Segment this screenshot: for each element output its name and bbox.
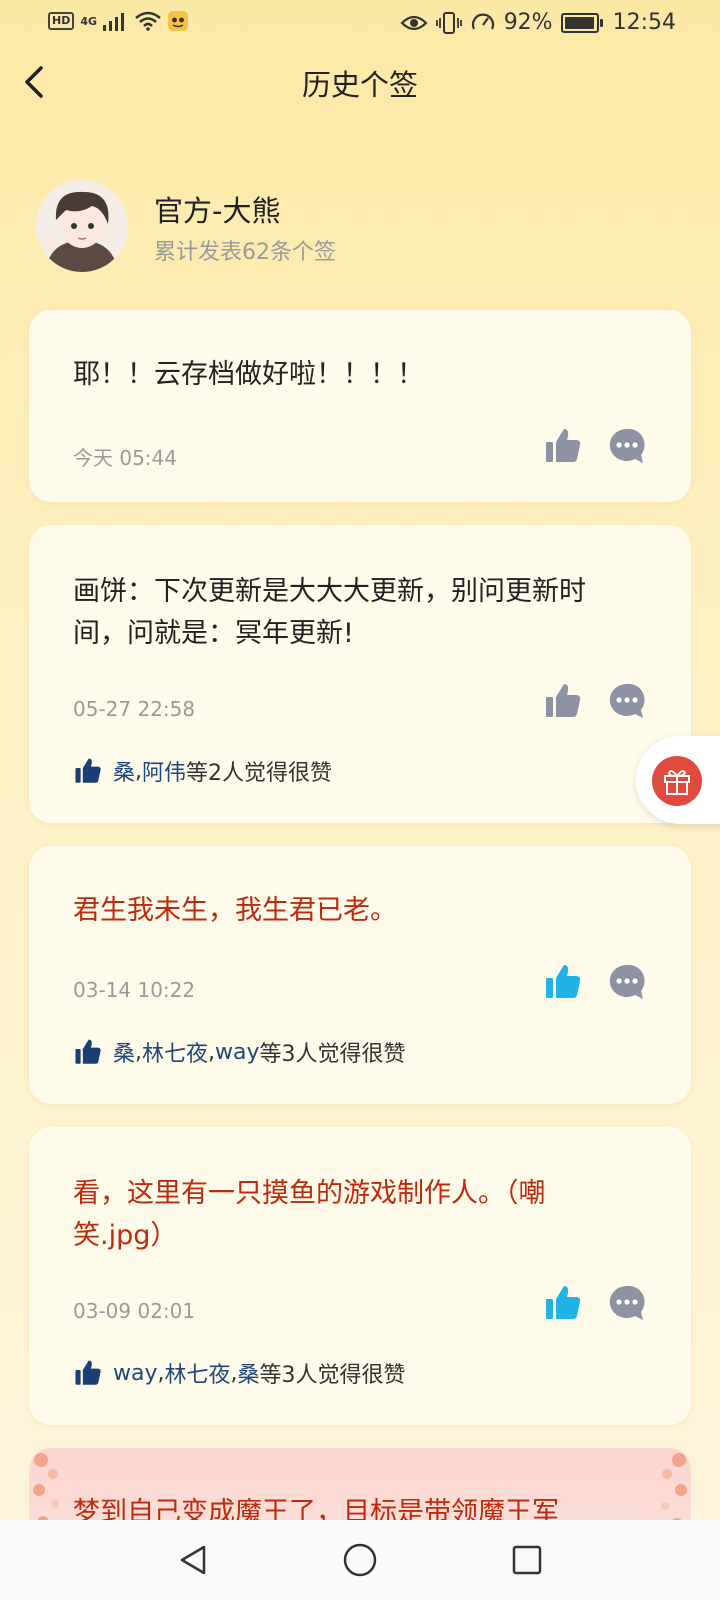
comment-button[interactable] <box>607 426 647 466</box>
signal-icon <box>103 13 125 31</box>
liker-name[interactable]: way <box>215 1040 260 1065</box>
post-time: 05-27 22:58 <box>73 697 196 721</box>
post-card: 耶！！云存档做好啦！！！！ 今天 05:44 <box>29 310 691 502</box>
post-text: 耶！！云存档做好啦！！！！ <box>73 359 424 390</box>
post-card: 君生我未生，我生君已老。 03-14 10:22 桑, 林七夜, way 等3人… <box>29 846 691 1104</box>
thumbs-up-liked-icon <box>546 1286 581 1319</box>
liker-name[interactable]: 桑 <box>113 1036 135 1068</box>
battery-icon <box>560 12 603 33</box>
comment-bubble-icon <box>609 683 645 718</box>
avatar[interactable] <box>36 180 128 272</box>
liker-name[interactable]: 桑 <box>113 755 135 787</box>
post-time: 今天 05:44 <box>73 446 177 470</box>
liker-name[interactable]: 林七夜 <box>165 1357 231 1389</box>
gift-button[interactable] <box>652 756 702 806</box>
liker-name[interactable]: 桑 <box>238 1357 260 1389</box>
likes-summary: 等2人觉得很赞 <box>186 761 333 786</box>
wifi-icon <box>135 11 161 31</box>
nav-recents-button[interactable] <box>503 1536 551 1584</box>
post-text: 画饼：下次更新是大大大更新，别问更新时间，问就是：冥年更新! <box>73 576 586 649</box>
nav-home-icon <box>343 1543 377 1577</box>
gift-floating-panel <box>636 736 720 824</box>
power-saving-icon <box>471 13 494 29</box>
nav-home-button[interactable] <box>336 1536 384 1584</box>
comment-button[interactable] <box>607 962 647 1002</box>
liker-name[interactable]: 阿伟 <box>142 755 186 787</box>
likes-summary: 等3人觉得很赞 <box>259 1363 406 1388</box>
network-type: 4G <box>80 14 98 28</box>
status-left: HD 4G <box>48 10 189 32</box>
like-button[interactable] <box>543 1283 583 1323</box>
page-title: 历史个签 <box>301 68 418 102</box>
clock: 12:54 <box>612 10 676 35</box>
gift-icon <box>664 770 690 795</box>
likers-row[interactable]: 桑, 阿伟 等2人觉得很赞 <box>73 755 332 787</box>
comment-bubble-icon <box>609 428 645 463</box>
status-right: 92% 12:54 <box>400 10 676 35</box>
thumbs-up-small-icon <box>75 1360 101 1385</box>
like-button[interactable] <box>543 681 583 721</box>
post-card: 看，这里有一只摸鱼的游戏制作人。（嘲笑.jpg） 03-09 02:01 way… <box>29 1127 691 1425</box>
status-bar: HD 4G 92% 12:54 <box>0 0 720 48</box>
profile-header: 官方-大熊 累计发表62条个签 <box>36 180 676 272</box>
thumbs-up-icon <box>546 684 581 717</box>
vibrate-icon <box>435 11 462 34</box>
eye-icon <box>400 15 428 30</box>
nav-back-icon <box>181 1545 206 1575</box>
nav-back-button[interactable] <box>169 1536 217 1584</box>
post-time: 03-14 10:22 <box>73 978 196 1002</box>
likers-row[interactable]: way, 林七夜, 桑 等3人觉得很赞 <box>73 1357 406 1389</box>
comment-button[interactable] <box>607 1283 647 1323</box>
thumbs-up-icon <box>546 429 581 462</box>
post-count: 累计发表62条个签 <box>154 240 336 265</box>
system-nav-bar <box>0 1520 720 1600</box>
liker-name[interactable]: way <box>113 1361 158 1386</box>
post-time: 03-09 02:01 <box>73 1299 196 1323</box>
likes-summary: 等3人觉得很赞 <box>259 1042 406 1067</box>
header: 历史个签 <box>0 52 720 112</box>
nav-recents-icon <box>512 1545 541 1575</box>
thumbs-up-liked-icon <box>546 965 581 998</box>
profile-name: 官方-大熊 <box>154 194 281 228</box>
app-notification-icon <box>168 11 189 31</box>
post-card: 画饼：下次更新是大大大更新，别问更新时间，问就是：冥年更新! 05-27 22:… <box>29 525 691 823</box>
comment-bubble-icon <box>609 964 645 999</box>
hd-badge: HD <box>48 12 75 30</box>
comment-button[interactable] <box>607 681 647 721</box>
like-button[interactable] <box>543 426 583 466</box>
thumbs-up-small-icon <box>75 758 101 783</box>
thumbs-up-small-icon <box>75 1039 101 1064</box>
post-text: 君生我未生，我生君已老。 <box>73 895 397 926</box>
battery-percent: 92% <box>503 10 553 35</box>
likers-row[interactable]: 桑, 林七夜, way 等3人觉得很赞 <box>73 1036 406 1068</box>
post-text: 看，这里有一只摸鱼的游戏制作人。（嘲笑.jpg） <box>73 1178 546 1251</box>
like-button[interactable] <box>543 962 583 1002</box>
liker-name[interactable]: 林七夜 <box>142 1036 208 1068</box>
comment-bubble-icon <box>609 1285 645 1320</box>
